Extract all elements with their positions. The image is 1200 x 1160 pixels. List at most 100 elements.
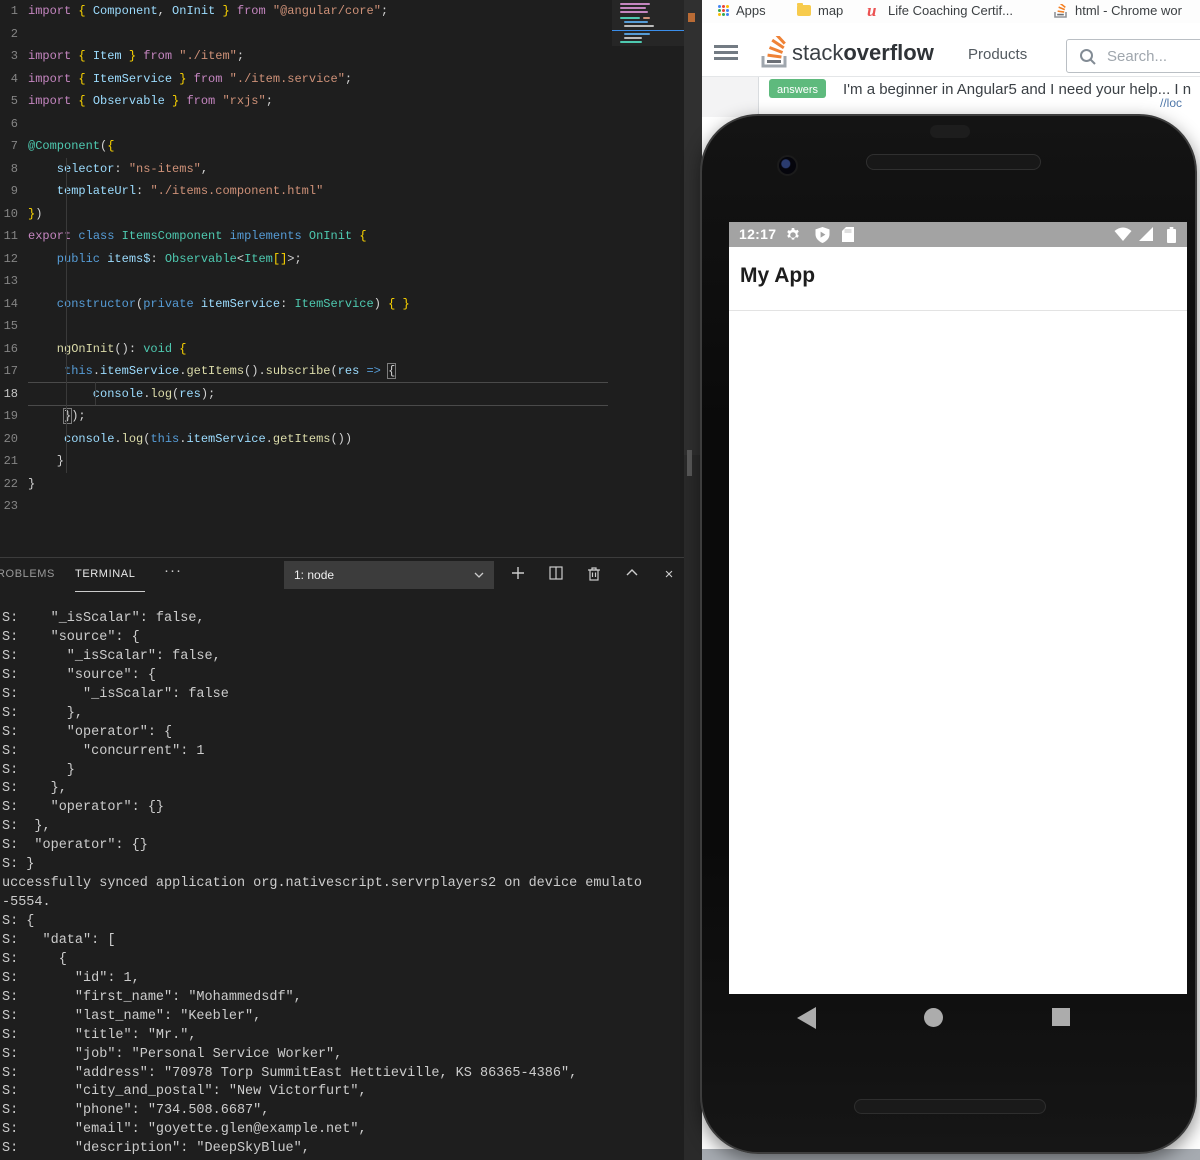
code-line: 6	[0, 113, 684, 136]
minimap[interactable]	[612, 0, 684, 46]
search-icon	[1080, 49, 1096, 65]
add-terminal-icon[interactable]	[509, 566, 527, 584]
app-title: My App	[740, 264, 816, 287]
terminal-line: S: {	[2, 914, 35, 929]
search-placeholder: Search...	[1107, 48, 1168, 65]
terminal-line: S: "operator": {}	[2, 838, 148, 854]
line-number: 2	[10, 26, 18, 41]
sd-card-icon	[842, 227, 854, 247]
terminal-selector[interactable]: 1: node	[284, 561, 494, 589]
terminal-line: S: "address": "70978 Torp SummitEast Het…	[2, 1065, 578, 1081]
camera-icon	[777, 155, 798, 176]
dropdown-chevron-icon	[474, 561, 484, 599]
code-editor[interactable]: 1 import { Component, OnInit } from "@ang…	[0, 0, 684, 556]
terminal-line: S: "last_name": "Keebler",	[2, 1008, 262, 1024]
close-panel-icon[interactable]: ×	[660, 566, 678, 584]
line-number: 9	[10, 184, 18, 198]
line-number: 4	[10, 71, 18, 86]
earpiece-speaker	[866, 154, 1041, 170]
folder-icon	[797, 3, 811, 16]
bookmark-html-chrome[interactable]: html - Chrome wor	[1075, 3, 1182, 18]
line-number: 3	[10, 49, 18, 63]
search-box[interactable]: Search...	[1066, 39, 1200, 73]
panel-more-icon[interactable]: ···	[164, 562, 182, 579]
line-number: 8	[10, 161, 18, 176]
terminal-line: S: },	[2, 819, 51, 835]
app-action-bar: My App	[729, 247, 1187, 311]
line-number: 1	[10, 4, 18, 18]
nav-back-icon[interactable]	[797, 1007, 816, 1029]
code-line: 4 import { ItemService } from "./item.ser…	[0, 68, 684, 91]
line-number: 19	[3, 409, 18, 423]
terminal-line: S: "city_and_postal": "New Victorfurt",	[2, 1084, 367, 1100]
wifi-icon	[1114, 227, 1132, 247]
line-number: 12	[3, 251, 18, 266]
tab-problems[interactable]: ROBLEMS	[0, 568, 55, 580]
status-time: 12:17	[739, 226, 777, 242]
code-line: 13	[0, 270, 684, 293]
terminal-line: S: "_isScalar": false	[2, 686, 229, 702]
stackoverflow-header: stackoverflow Products Search...	[702, 28, 1200, 77]
bookmark-map[interactable]: map	[818, 3, 843, 18]
question-title-link[interactable]: I'm a beginner in Angular5 and I need yo…	[843, 81, 1200, 98]
stackoverflow-wordmark[interactable]: stackoverflow	[792, 40, 934, 66]
bookmark-apps[interactable]: Apps	[736, 3, 766, 18]
apps-grid-icon	[718, 5, 730, 17]
maximize-panel-icon[interactable]	[623, 566, 641, 584]
code-line: 10})	[0, 203, 684, 226]
line-number: 11	[3, 229, 18, 243]
terminal-line: S: "job": "Personal Service Worker",	[2, 1046, 343, 1062]
android-nav-bar	[702, 994, 1160, 1054]
terminal-output[interactable]: S: "_isScalar": false, S: "source": {S: "…	[2, 610, 684, 1160]
code-line: 17 this.itemService.getItems().subscribe…	[0, 360, 684, 383]
question-excerpt-link[interactable]: //loc	[1160, 96, 1182, 110]
terminal-line: S: "id": 1,	[2, 970, 140, 986]
terminal-line: S: }	[2, 857, 35, 873]
current-line-border-bottom	[28, 405, 608, 406]
code-line: 11 export class ItemsComponent implements…	[0, 225, 684, 248]
terminal-line: S: "title": "Mr.",	[2, 1027, 197, 1043]
nav-home-icon[interactable]	[924, 1008, 943, 1027]
code-line: 18 console.log(res);	[0, 383, 684, 406]
terminal-line: S: "_isScalar": false,	[2, 611, 205, 626]
bookmarks-bar: Apps map u Life Coaching Certif... html …	[702, 0, 1200, 23]
terminal-line: S: "concurrent": 1	[2, 743, 205, 759]
code-line: 1 import { Component, OnInit } from "@ang…	[0, 0, 684, 23]
battery-icon	[1167, 227, 1176, 248]
bookmark-life-coaching[interactable]: Life Coaching Certif...	[888, 3, 1013, 18]
terminal-line: S: "operator": {}	[2, 800, 165, 816]
bottom-speaker	[854, 1099, 1046, 1114]
terminal-line: S: "phone": "734.508.6687",	[2, 1103, 270, 1119]
minimap-view-line	[612, 30, 684, 31]
kill-terminal-icon[interactable]	[585, 566, 603, 584]
question-list-margin	[702, 77, 758, 117]
code-line: 5 import { Observable } from "rxjs";	[0, 90, 684, 113]
stackoverflow-logo-icon[interactable]	[760, 33, 788, 74]
tab-terminal[interactable]: TERMINAL	[75, 568, 135, 580]
line-number: 18	[3, 386, 18, 401]
line-number: 7	[10, 139, 18, 153]
code-line: 23	[0, 495, 684, 518]
split-terminal-icon[interactable]	[547, 566, 565, 584]
status-bar: 12:17	[729, 222, 1187, 247]
cellular-icon	[1139, 227, 1154, 247]
code-line: 9 templateUrl: "./items.component.html"	[0, 180, 684, 203]
android-emulator: 12:17 My App	[700, 114, 1197, 1154]
phone-top-notch	[930, 125, 970, 138]
code-line: 14 constructor(private itemService: Item…	[0, 293, 684, 316]
line-number: 6	[10, 116, 18, 131]
line-number: 22	[3, 476, 18, 491]
screenshot-root: 1 import { Component, OnInit } from "@ang…	[0, 0, 1200, 1160]
code-line: 12 public items$: Observable<Item[]>;	[0, 248, 684, 271]
line-number: 21	[3, 454, 18, 468]
line-number: 15	[3, 319, 18, 333]
code-line: 20 console.log(this.itemService.getItems…	[0, 428, 684, 451]
scrollbar-thumb[interactable]	[687, 450, 692, 476]
terminal-line: S: "first_name": "Mohammedsdf",	[2, 989, 302, 1005]
phone-screen: 12:17 My App	[729, 222, 1187, 994]
code-line: 16 ngOnInit(): void {	[0, 338, 684, 361]
terminal-line: S: "_isScalar": false,	[2, 648, 221, 664]
nav-recents-icon[interactable]	[1052, 1008, 1070, 1026]
menu-icon[interactable]	[714, 45, 738, 60]
products-link[interactable]: Products	[968, 46, 1027, 63]
